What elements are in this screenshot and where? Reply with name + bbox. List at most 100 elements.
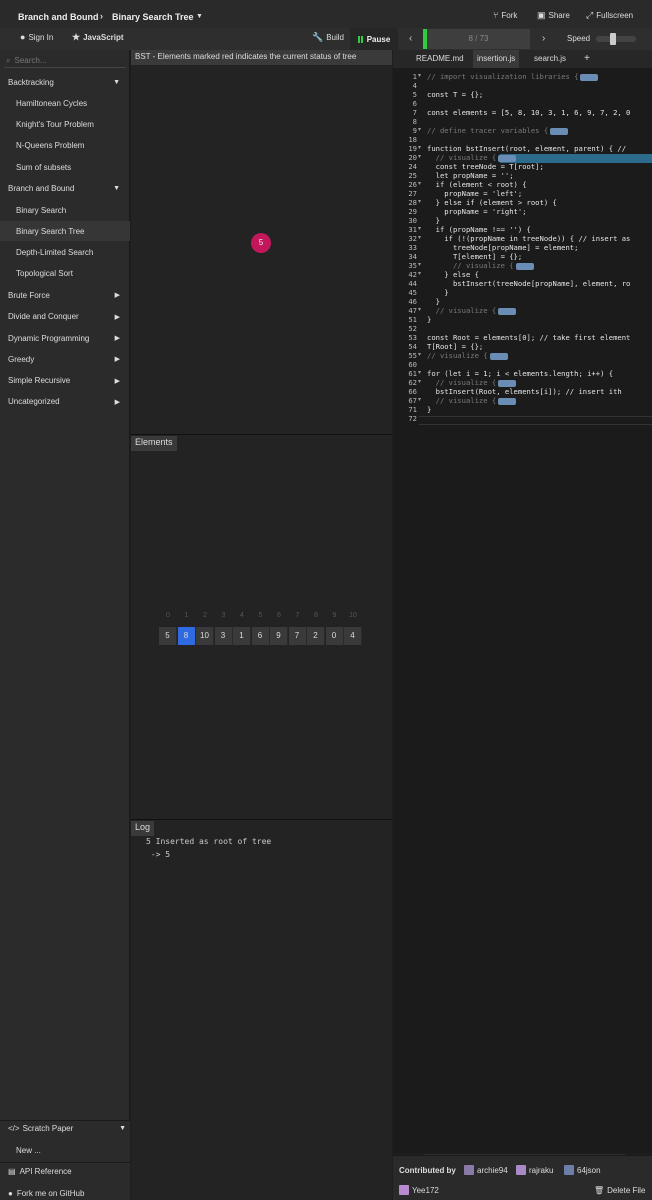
speed-slider-handle[interactable] [610, 33, 616, 45]
tab-insertion[interactable]: insertion.js [473, 50, 520, 68]
code-line[interactable]: bstInsert(treeNode[propName], element, r… [427, 279, 630, 288]
pause-button[interactable]: Pause [350, 28, 398, 50]
add-tab-button[interactable]: + [580, 50, 594, 68]
new-scratch-link[interactable]: New ... [16, 1146, 41, 1155]
contributor-link[interactable]: rajraku [516, 1165, 553, 1175]
contributor-link[interactable]: archie94 [464, 1165, 508, 1175]
code-line[interactable]: // define tracer variables { [427, 126, 569, 135]
fold-toggle-icon[interactable]: ▾ [418, 378, 421, 387]
fold-toggle-icon[interactable]: ▾ [418, 180, 421, 189]
folded-code-badge[interactable] [550, 127, 569, 135]
fold-toggle-icon[interactable]: ▾ [418, 234, 421, 243]
code-line[interactable]: // visualize { [427, 396, 517, 405]
fold-toggle-icon[interactable]: ▾ [418, 270, 421, 279]
folded-code-badge[interactable] [498, 154, 517, 162]
fold-toggle-icon[interactable]: ▾ [418, 72, 421, 81]
code-line[interactable]: if (element < root) { [427, 180, 527, 189]
speed-slider[interactable] [596, 36, 636, 42]
contributor-link[interactable]: 64json [564, 1165, 601, 1175]
sidebar-item-greedy[interactable]: Greedy ▶ [0, 349, 130, 369]
code-line[interactable]: for (let i = 1; i < elements.length; i++… [427, 369, 613, 378]
sidebar-item-binary-search-tree[interactable]: Binary Search Tree [0, 221, 130, 242]
code-line[interactable]: if (!(propName in treeNode)) { // insert… [427, 234, 630, 243]
code-line[interactable]: } [427, 405, 431, 414]
code-line[interactable]: T[Root] = {}; [427, 342, 483, 351]
step-back-icon[interactable]: ‹ [409, 33, 412, 44]
code-line[interactable]: // visualize { [427, 261, 534, 270]
sidebar-item-dynamic-programming[interactable]: Dynamic Programming ▶ [0, 328, 130, 348]
fullscreen-button[interactable]: ⤢ Fullscreen [586, 11, 633, 21]
code-line[interactable]: const T = {}; [427, 90, 483, 99]
language-selector[interactable]: ★ JavaScript [72, 33, 124, 43]
api-reference-link[interactable]: ▤ API Reference [8, 1167, 72, 1176]
code-line[interactable]: // visualize { [427, 351, 508, 360]
code-line[interactable]: } else if (element > root) { [427, 198, 557, 207]
fold-toggle-icon[interactable]: ▾ [418, 306, 421, 315]
sidebar-item-divide-and-conquer[interactable]: Divide and Conquer ▶ [0, 307, 130, 327]
fork-button[interactable]: ⑂ Fork [493, 11, 517, 21]
code-line[interactable]: if (propName !== '') { [427, 225, 531, 234]
folded-code-badge[interactable] [580, 73, 599, 81]
folded-code-badge[interactable] [498, 379, 517, 387]
code-line[interactable]: const elements = [5, 8, 10, 3, 1, 6, 9, … [427, 108, 630, 117]
search-input[interactable]: ⌕ Search... [4, 54, 126, 68]
sidebar-item-branch-and-bound[interactable]: Branch and Bound ▼ [0, 179, 130, 199]
fold-toggle-icon[interactable]: ▾ [418, 396, 421, 405]
fold-toggle-icon[interactable]: ▾ [418, 153, 421, 162]
delete-file-button[interactable]: 🗑 Delete File [594, 1186, 645, 1195]
fold-toggle-icon[interactable]: ▾ [418, 144, 421, 153]
code-line[interactable]: let propName = ''; [427, 171, 514, 180]
chevron-down-icon[interactable]: ▼ [196, 13, 203, 20]
sidebar-item-brute-force[interactable]: Brute Force ▶ [0, 285, 130, 305]
code-line[interactable]: T[element] = {}; [427, 252, 522, 261]
code-line[interactable]: // visualize { [427, 378, 517, 387]
code-line[interactable]: } [427, 216, 440, 225]
tab-search[interactable]: search.js [530, 50, 570, 68]
fold-toggle-icon[interactable]: ▾ [418, 369, 421, 378]
code-line[interactable]: } [427, 297, 440, 306]
sidebar-item-depth-limited-search[interactable]: Depth-Limited Search [0, 243, 130, 263]
code-line[interactable]: } [427, 315, 431, 324]
progress-bar[interactable]: 8 / 73 [423, 29, 530, 49]
breadcrumb-category[interactable]: Branch and Bound [18, 12, 99, 22]
build-button[interactable]: 🔧 Build [312, 33, 344, 43]
sidebar-item-binary-search[interactable]: Binary Search [0, 200, 130, 220]
sidebar-item-knight-s-tour-problem[interactable]: Knight's Tour Problem [0, 115, 130, 135]
contributor-link[interactable]: Yee172 [399, 1185, 439, 1195]
code-line[interactable]: bstInsert(Root, elements[i]); // insert … [427, 387, 622, 396]
code-line[interactable]: // visualize { [427, 153, 517, 162]
fold-toggle-icon[interactable]: ▾ [418, 126, 421, 135]
sidebar-item-n-queens-problem[interactable]: N-Queens Problem [0, 136, 130, 156]
fold-toggle-icon[interactable]: ▾ [418, 225, 421, 234]
sidebar-item-sum-of-subsets[interactable]: Sum of subsets [0, 157, 130, 177]
code-line[interactable]: const treeNode = T[root]; [427, 162, 544, 171]
folded-code-badge[interactable] [515, 262, 534, 270]
sidebar-item-uncategorized[interactable]: Uncategorized ▶ [0, 392, 130, 412]
code-line[interactable]: treeNode[propName] = element; [427, 243, 579, 252]
code-line[interactable]: propName = 'left'; [427, 189, 522, 198]
code-line[interactable]: propName = 'right'; [427, 207, 526, 216]
breadcrumb-algorithm[interactable]: Binary Search Tree [112, 12, 194, 22]
sidebar-item-topological-sort[interactable]: Topological Sort [0, 264, 130, 284]
fold-toggle-icon[interactable]: ▾ [418, 261, 421, 270]
code-line[interactable]: // import visualization libraries { [427, 72, 599, 81]
code-line[interactable]: const Root = elements[0]; // take first … [427, 333, 630, 342]
code-line[interactable]: function bstInsert(root, element, parent… [427, 144, 626, 153]
github-link[interactable]: ● Fork me on GitHub [8, 1189, 84, 1198]
code-line[interactable]: } [427, 288, 448, 297]
share-button[interactable]: ▣ Share [537, 11, 570, 21]
step-forward-icon[interactable]: › [542, 33, 545, 44]
sidebar-item-hamiltonean-cycles[interactable]: Hamiltonean Cycles [0, 93, 130, 113]
code-line[interactable]: } else { [427, 270, 479, 279]
folded-code-badge[interactable] [489, 352, 508, 360]
fold-toggle-icon[interactable]: ▾ [418, 198, 421, 207]
sidebar-item-backtracking[interactable]: Backtracking ▼ [0, 72, 130, 92]
fold-toggle-icon[interactable]: ▾ [418, 351, 421, 360]
signin-button[interactable]: ● Sign In [20, 33, 53, 43]
folded-code-badge[interactable] [498, 397, 517, 405]
tab-readme[interactable]: README.md [412, 50, 468, 68]
scratch-paper-toggle[interactable]: </> Scratch Paper ▼ [8, 1124, 126, 1133]
sidebar-item-simple-recursive[interactable]: Simple Recursive ▶ [0, 371, 130, 391]
folded-code-badge[interactable] [498, 307, 517, 315]
code-line[interactable]: // visualize { [427, 306, 517, 315]
